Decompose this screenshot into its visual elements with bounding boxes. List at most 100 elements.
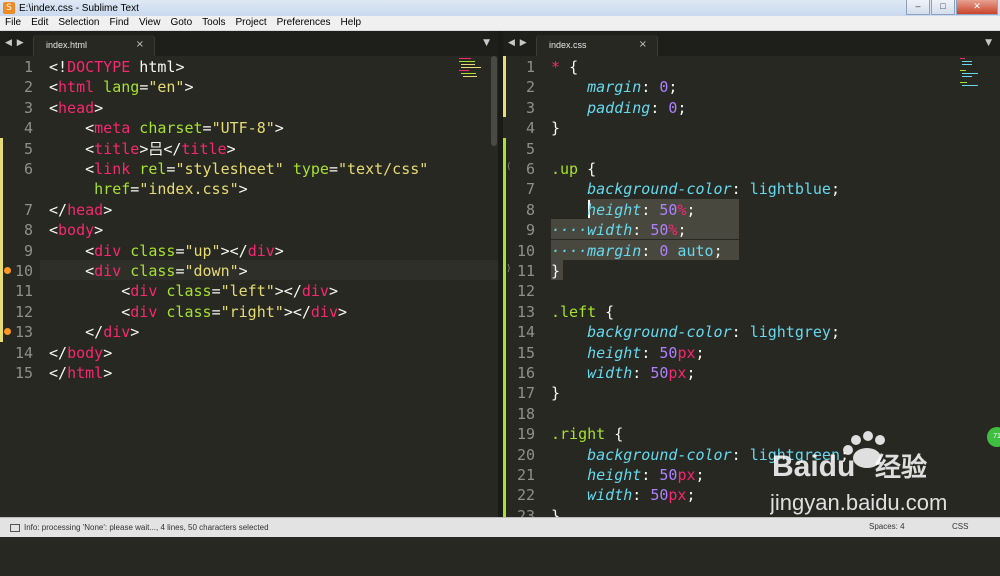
code-token: DOCTYPE bbox=[67, 58, 131, 76]
code-token: > bbox=[226, 139, 236, 158]
indentation-setting[interactable]: Spaces: 4 bbox=[869, 522, 905, 531]
code-token: ; bbox=[686, 486, 696, 505]
menu-edit[interactable]: Edit bbox=[26, 16, 53, 30]
code-token: > bbox=[274, 241, 284, 260]
code-token: background-color bbox=[551, 180, 732, 199]
code-token: width bbox=[551, 486, 633, 505]
code-token: 50 bbox=[650, 486, 669, 505]
code-token: } bbox=[551, 262, 561, 280]
minimize-button[interactable]: – bbox=[906, 0, 930, 15]
line-number: 7 bbox=[23, 200, 33, 219]
line-number: 3 bbox=[525, 98, 535, 117]
code-token: > bbox=[328, 282, 338, 301]
code-token: px bbox=[677, 466, 696, 484]
code-token: > bbox=[175, 58, 185, 76]
close-button[interactable]: ✕ bbox=[956, 0, 998, 15]
tab-index-css[interactable]: index.css × bbox=[536, 35, 658, 56]
code-token: div bbox=[130, 302, 158, 321]
line-number: 1 bbox=[525, 58, 535, 76]
line-number: 10 bbox=[14, 262, 33, 280]
tab-dropdown-icon[interactable]: ▼ bbox=[985, 38, 992, 48]
line-number: 8 bbox=[23, 221, 33, 240]
code-token: : bbox=[632, 221, 651, 240]
menu-preferences[interactable]: Preferences bbox=[272, 16, 336, 30]
menu-bar: File Edit Selection Find View Goto Tools… bbox=[0, 16, 1000, 31]
line-number: 4 bbox=[525, 119, 535, 138]
scrollbar-css[interactable] bbox=[990, 56, 996, 576]
line-number: 16 bbox=[516, 364, 535, 382]
sublime-app-icon: S bbox=[3, 2, 15, 14]
minimap-html[interactable] bbox=[459, 56, 489, 96]
code-token: background-color bbox=[551, 323, 732, 342]
code-line: ····width: 50%; bbox=[551, 220, 686, 240]
line-number: 13 bbox=[516, 302, 535, 321]
line-number bbox=[0, 179, 33, 199]
code-token: ; bbox=[686, 200, 696, 219]
code-token: title bbox=[181, 139, 227, 158]
code-token: > bbox=[184, 78, 194, 97]
baidu-jingyan-watermark: Baidu 经验 jingyan.baidu.com bbox=[770, 431, 947, 515]
menu-tools[interactable]: Tools bbox=[197, 16, 230, 30]
code-token: head bbox=[58, 98, 95, 117]
scrollbar-html[interactable] bbox=[491, 56, 497, 146]
floating-badge[interactable]: 71 bbox=[987, 427, 1000, 447]
tab-close-icon[interactable]: × bbox=[639, 39, 647, 50]
console-toggle-icon[interactable] bbox=[10, 523, 20, 532]
line-number: 5 bbox=[23, 139, 33, 158]
code-token: = bbox=[130, 180, 140, 199]
code-token: 50 bbox=[650, 221, 669, 240]
code-token: : bbox=[650, 98, 669, 117]
code-token: class bbox=[157, 302, 212, 321]
line-number: 18 bbox=[516, 404, 535, 423]
code-token: = bbox=[211, 282, 221, 301]
code-token: 50 bbox=[659, 343, 678, 362]
menu-help[interactable]: Help bbox=[336, 16, 367, 30]
code-token: * bbox=[551, 58, 570, 76]
maximize-button[interactable]: □ bbox=[931, 0, 955, 15]
code-token: margin bbox=[551, 78, 642, 97]
code-token: px bbox=[677, 343, 696, 362]
code-token: height bbox=[551, 200, 642, 219]
code-token: ; bbox=[695, 343, 705, 362]
code-line: <meta charset="UTF-8"> bbox=[49, 118, 284, 138]
line-number: 23 bbox=[516, 506, 535, 517]
code-token: div bbox=[94, 241, 122, 260]
code-token: < bbox=[49, 241, 95, 260]
code-token: > bbox=[94, 98, 104, 117]
code-line: <head> bbox=[49, 98, 103, 118]
watermark-url: jingyan.baidu.com bbox=[770, 490, 947, 515]
tab-nav-arrows-icon[interactable]: ◀ ▶ bbox=[5, 38, 25, 48]
code-token: : bbox=[731, 180, 750, 199]
line-number: 21 bbox=[516, 466, 535, 484]
code-token: div bbox=[103, 323, 131, 342]
tab-index-html[interactable]: index.html × bbox=[33, 35, 155, 56]
line-number: 4 bbox=[23, 119, 33, 138]
menu-view[interactable]: View bbox=[134, 16, 166, 30]
code-token: div bbox=[130, 282, 158, 301]
code-token: ; bbox=[668, 78, 678, 97]
code-token: head bbox=[67, 200, 104, 219]
menu-project[interactable]: Project bbox=[231, 16, 272, 30]
syntax-selector[interactable]: CSS bbox=[952, 522, 968, 531]
line-number: 14 bbox=[14, 343, 33, 362]
code-line: } bbox=[551, 118, 560, 138]
line-number: 9 bbox=[23, 241, 33, 260]
minimap-css[interactable] bbox=[960, 56, 990, 96]
menu-find[interactable]: Find bbox=[105, 16, 134, 30]
tab-nav-arrows-icon[interactable]: ◀ ▶ bbox=[508, 38, 528, 48]
code-token: < bbox=[49, 160, 95, 178]
menu-goto[interactable]: Goto bbox=[165, 16, 197, 30]
line-number: 14 bbox=[516, 323, 535, 342]
code-token: charset bbox=[130, 119, 203, 138]
window-title: E:\index.css - Sublime Text bbox=[19, 2, 139, 14]
editor-pane-html[interactable]: 1 <!DOCTYPE html> 2 <html lang="en"> 3 <head>… bbox=[0, 56, 498, 517]
tab-dropdown-icon[interactable]: ▼ bbox=[483, 38, 490, 48]
code-token: "text/css" bbox=[338, 160, 429, 178]
menu-selection[interactable]: Selection bbox=[53, 16, 104, 30]
code-token: : bbox=[731, 323, 750, 342]
code-line: width: 50px; bbox=[551, 363, 695, 383]
menu-file[interactable]: File bbox=[0, 16, 26, 30]
tab-close-icon[interactable]: × bbox=[136, 39, 144, 50]
tab-label: index.css bbox=[549, 40, 587, 50]
code-token: px bbox=[668, 486, 687, 505]
